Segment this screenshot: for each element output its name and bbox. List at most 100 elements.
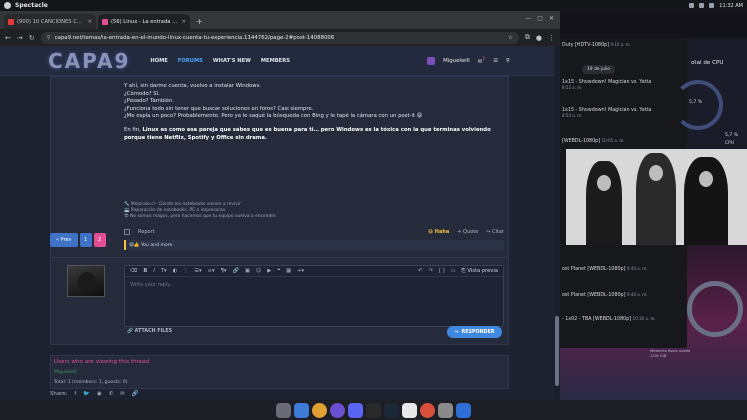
browser-toolbar: ← → ↻ ⚲ capa9.net/temas/la-entrada-en-el… bbox=[0, 29, 560, 46]
steam-icon[interactable] bbox=[384, 402, 399, 418]
maximize-icon[interactable]: ▢ bbox=[537, 15, 543, 22]
minimize-icon[interactable]: — bbox=[525, 15, 531, 22]
files-icon[interactable] bbox=[456, 402, 471, 418]
tray-icon[interactable] bbox=[689, 3, 695, 8]
align-icon[interactable]: ≡▾ bbox=[208, 268, 215, 274]
calendar-icon[interactable] bbox=[402, 402, 417, 418]
undo-icon[interactable]: ↶ bbox=[418, 268, 422, 274]
discord-icon[interactable] bbox=[348, 402, 363, 418]
post-line: Y ahí, sin darme cuenta, vuelvo a instal… bbox=[124, 83, 262, 89]
search-icon[interactable]: ⚲ bbox=[506, 58, 510, 64]
image-icon[interactable]: ▣ bbox=[245, 268, 250, 274]
attach-files-button[interactable]: 🔗 ATTACH FILES bbox=[127, 329, 172, 334]
share-label: Share: bbox=[50, 391, 68, 397]
select-post-checkbox[interactable] bbox=[124, 229, 130, 235]
username[interactable]: Miguelwill bbox=[443, 58, 470, 64]
viewers-total: Total: 1 (members: 1, guests: 0) bbox=[54, 380, 128, 385]
browser-menu-icon[interactable]: ⋮ bbox=[548, 34, 555, 42]
more-options-icon[interactable]: ⋮ bbox=[183, 268, 188, 274]
browser-tab-youtube[interactable]: (900) 10 CANCIONES CU... ✕ bbox=[4, 14, 96, 29]
close-tab-icon[interactable]: ✕ bbox=[88, 19, 92, 25]
submit-reply-button[interactable]: ↪ RESPONDER bbox=[447, 326, 502, 338]
insert-icon[interactable]: +▾ bbox=[297, 268, 304, 274]
email-icon[interactable]: ✉ bbox=[120, 391, 125, 397]
reply-text-input[interactable]: Write your reply... bbox=[130, 282, 498, 288]
emoji-icon[interactable]: ☺ bbox=[256, 268, 261, 274]
redo-icon[interactable]: ↷ bbox=[429, 268, 433, 274]
reactions-summary[interactable]: 😄👍 You and more bbox=[124, 240, 504, 250]
table-icon[interactable]: ▦ bbox=[286, 268, 291, 274]
bbcode-icon[interactable]: [ ] bbox=[439, 268, 445, 274]
close-window-icon[interactable]: ✕ bbox=[549, 15, 554, 22]
italic-icon[interactable]: I bbox=[153, 268, 155, 274]
close-tab-icon[interactable]: ✕ bbox=[182, 19, 186, 25]
nav-forums[interactable]: FORUMS bbox=[178, 58, 203, 64]
nav-members[interactable]: MEMBERS bbox=[261, 58, 290, 64]
profile-icon[interactable]: ● bbox=[536, 34, 542, 42]
link-icon[interactable]: 🔗 bbox=[232, 268, 238, 274]
site-info-icon[interactable]: ⚲ bbox=[47, 35, 51, 41]
terminal-icon[interactable] bbox=[366, 402, 381, 418]
facebook-icon[interactable]: f bbox=[74, 391, 76, 397]
report-link[interactable]: Report bbox=[138, 229, 155, 235]
reaction-button[interactable]: 😄 Haha bbox=[428, 229, 449, 235]
cpu-name: CPU bbox=[725, 141, 734, 146]
paragraph-icon[interactable]: ¶▾ bbox=[221, 268, 227, 274]
nav-whats-new[interactable]: WHAT'S NEW bbox=[213, 58, 251, 64]
tray-icon[interactable] bbox=[699, 3, 705, 8]
cpu-title: otal de CPU bbox=[691, 60, 724, 66]
cite-button[interactable]: ↪ Citar bbox=[486, 229, 504, 235]
viewer-user-link[interactable]: Miguelwill bbox=[54, 370, 77, 375]
address-bar[interactable]: ⚲ capa9.net/temas/la-entrada-en-el-mundo… bbox=[40, 31, 519, 44]
post-line: ¿Pesado? También. bbox=[124, 98, 175, 105]
chat-message: 1x15 - Showdown! Magician vs. Yatta 8:54 … bbox=[562, 108, 652, 118]
page-2-button[interactable]: 2 bbox=[93, 233, 106, 247]
nav-home[interactable]: HOME bbox=[150, 58, 167, 64]
font-size-icon[interactable]: T▾ bbox=[161, 268, 167, 274]
notif-badge: 2 bbox=[482, 56, 486, 62]
media-icon[interactable]: ▶ bbox=[267, 268, 271, 274]
alerts-icon[interactable]: ✉2 bbox=[478, 57, 485, 65]
prev-page-button[interactable]: « Prev bbox=[50, 233, 78, 247]
new-tab-button[interactable]: + bbox=[192, 17, 207, 29]
twitter-icon[interactable]: 🐦 bbox=[83, 391, 90, 397]
cpu-percent: 5,7 % bbox=[725, 133, 739, 138]
preview-button[interactable]: ⎘ Vista previa bbox=[462, 268, 498, 275]
extensions-icon[interactable]: ⧉ bbox=[525, 33, 530, 42]
active-app-name[interactable]: Spectacle bbox=[15, 2, 48, 9]
link-share-icon[interactable]: 🔗 bbox=[132, 391, 139, 397]
whatsapp-icon[interactable]: ✆ bbox=[109, 391, 114, 397]
bold-icon[interactable]: B bbox=[143, 268, 147, 274]
bookmark-star-icon[interactable]: ☆ bbox=[508, 35, 513, 41]
chat-message: [WEBDL-1080p] 10:05 a. m. bbox=[562, 138, 625, 144]
spectacle-icon[interactable] bbox=[438, 402, 453, 418]
user-avatar[interactable] bbox=[427, 56, 436, 65]
quote-button[interactable]: + Quote bbox=[457, 229, 478, 235]
site-logo[interactable]: CAPA9 bbox=[48, 49, 130, 73]
forward-icon[interactable]: → bbox=[17, 34, 23, 42]
chat-message: ost Planet [WEBDL-1080p] 9:40 a. m. bbox=[562, 266, 648, 272]
chrome-icon[interactable] bbox=[312, 402, 327, 418]
page-1-button[interactable]: 1 bbox=[79, 233, 92, 247]
inbox-icon[interactable]: ☰ bbox=[493, 58, 498, 64]
finder-icon[interactable] bbox=[294, 402, 309, 418]
launcher-icon[interactable] bbox=[276, 402, 291, 418]
window-controls: — ▢ ✕ bbox=[519, 15, 560, 26]
cpu-widget: otal de CPU 5,7 % 5,7 % CPU bbox=[673, 38, 747, 148]
quote-icon[interactable]: ❝ bbox=[277, 268, 280, 274]
drafts-icon[interactable]: ▭ bbox=[451, 268, 456, 274]
tray-icon[interactable] bbox=[709, 3, 715, 8]
reload-icon[interactable]: ↻ bbox=[29, 34, 35, 42]
browser-tab-capa9[interactable]: (56) Linux - La entrada en ... ✕ bbox=[98, 14, 190, 29]
url-text[interactable]: capa9.net/temas/la-entrada-en-el-mundo-l… bbox=[55, 35, 335, 41]
editor-toolbar: ⌫ B I T▾ ◐ ⋮ ☰▾ ≡▾ ¶▾ 🔗 ▣ ☺ ▶ ❝ ▦ +▾ ↶ ↷… bbox=[125, 266, 503, 277]
clock[interactable]: 11:32 AM bbox=[719, 3, 743, 9]
color-icon[interactable]: ◐ bbox=[173, 268, 178, 274]
reddit-icon[interactable]: ◉ bbox=[97, 391, 102, 397]
back-icon[interactable]: ← bbox=[5, 34, 11, 42]
clear-format-icon[interactable]: ⌫ bbox=[130, 268, 137, 274]
system-menu-icon[interactable] bbox=[4, 2, 11, 9]
firefox-icon[interactable] bbox=[330, 402, 345, 418]
chrome-alt-icon[interactable] bbox=[420, 402, 435, 418]
list-icon[interactable]: ☰▾ bbox=[194, 268, 201, 274]
